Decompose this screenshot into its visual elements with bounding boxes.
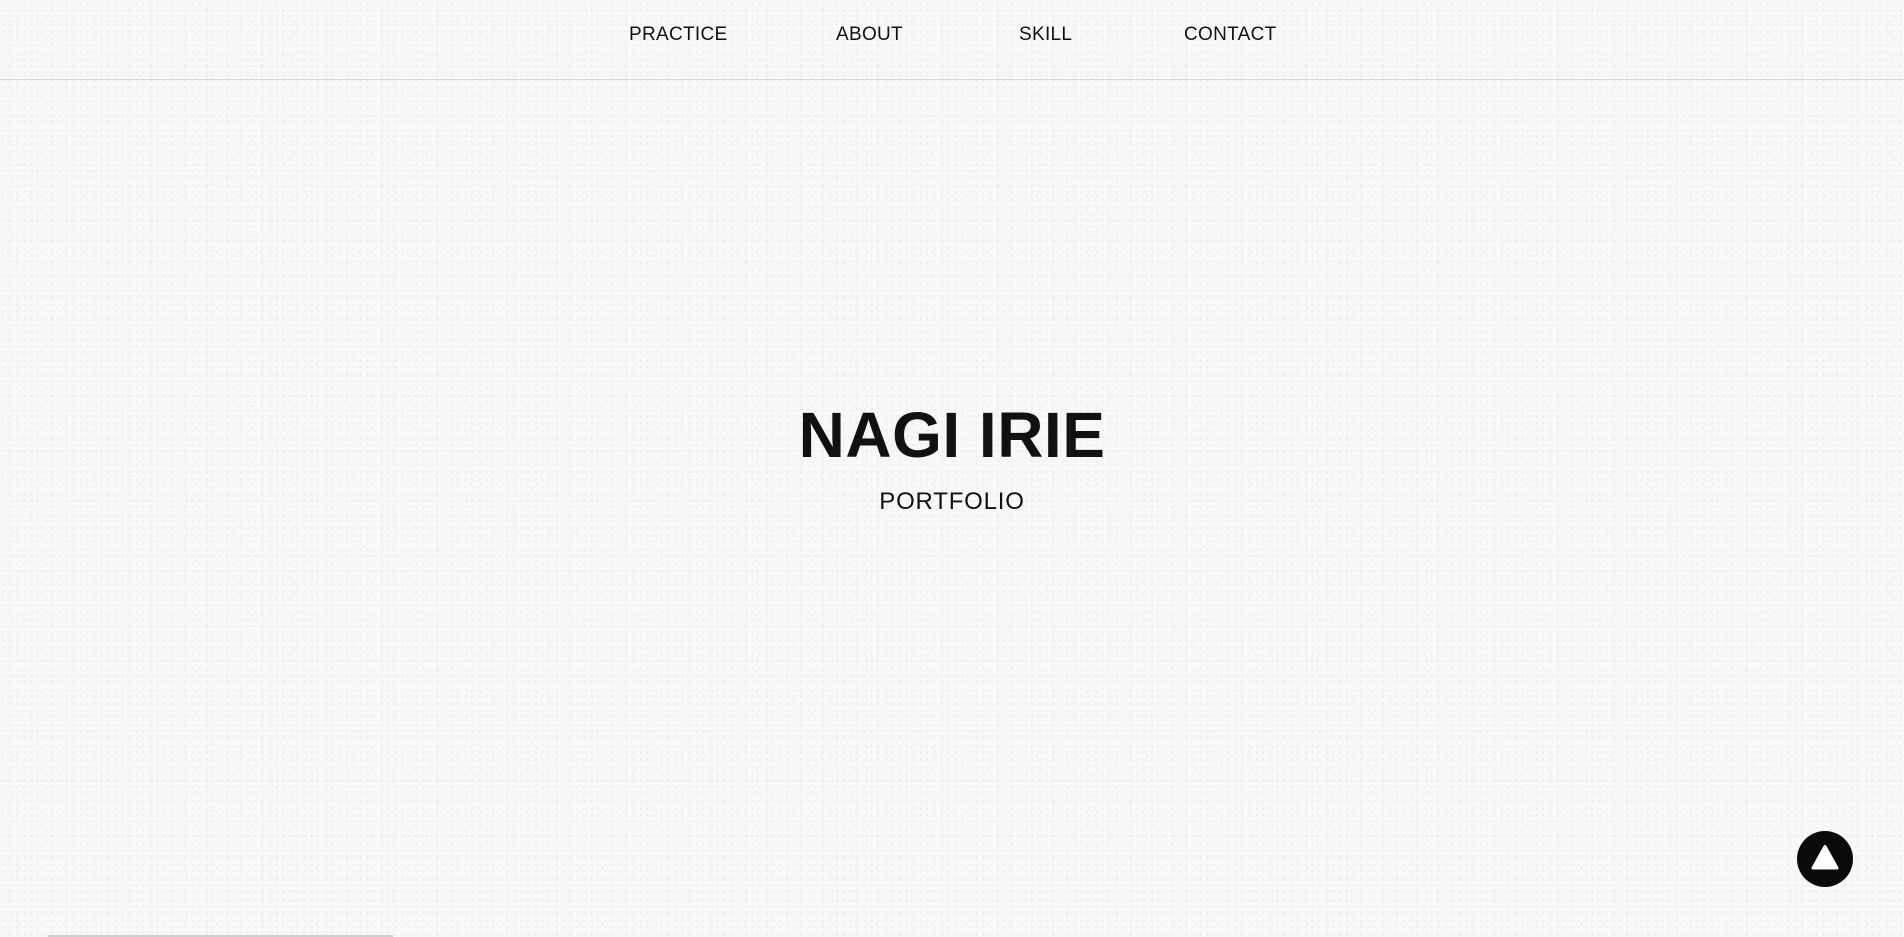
triangle-up-icon (1811, 845, 1839, 870)
hero-subtitle: PORTFOLIO (879, 488, 1025, 516)
main-nav: PRACTICE ABOUT SKILL CONTACT (0, 0, 1904, 76)
nav-item-about[interactable]: ABOUT (836, 24, 903, 46)
site-header: PRACTICE ABOUT SKILL CONTACT (0, 0, 1904, 80)
back-to-top-button[interactable] (1797, 831, 1853, 887)
nav-item-skill[interactable]: SKILL (1019, 24, 1072, 46)
nav-item-practice[interactable]: PRACTICE (629, 24, 727, 46)
hero-title: NAGI IRIE (798, 399, 1106, 471)
hero-section: NAGI IRIE PORTFOLIO (0, 400, 1904, 516)
nav-item-contact[interactable]: CONTACT (1184, 24, 1277, 46)
